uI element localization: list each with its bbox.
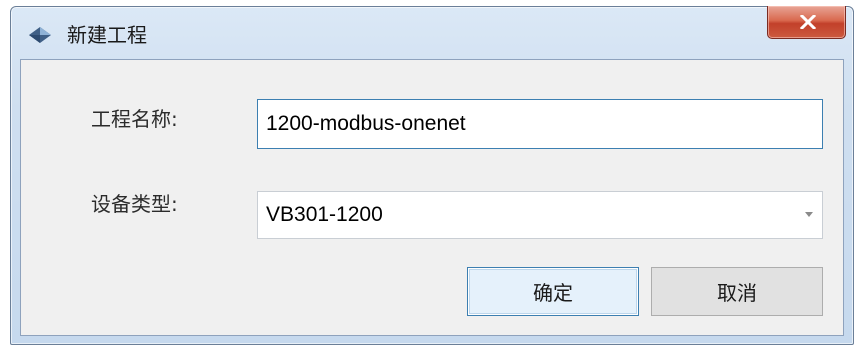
ok-button[interactable]: 确定 [467,267,639,316]
project-name-input[interactable] [257,99,823,149]
dialog-body: 工程名称: 设备类型: VB301-1200 确定 取消 [20,59,844,336]
device-type-label: 设备类型: [91,192,178,216]
cancel-button[interactable]: 取消 [651,267,823,316]
project-name-label: 工程名称: [91,107,178,131]
device-type-select[interactable]: VB301-1200 [257,191,823,239]
new-project-dialog: 新建工程 工程名称: 设备类型: VB301-1200 确定 取消 [10,6,854,345]
close-button[interactable] [767,6,846,39]
chevron-down-icon [805,212,813,217]
window-title: 新建工程 [67,23,147,47]
dropdown-button[interactable] [796,192,822,238]
device-type-value: VB301-1200 [266,203,383,226]
title-bar[interactable]: 新建工程 [11,6,853,59]
close-icon [800,15,816,29]
diamond-app-icon [28,26,52,44]
